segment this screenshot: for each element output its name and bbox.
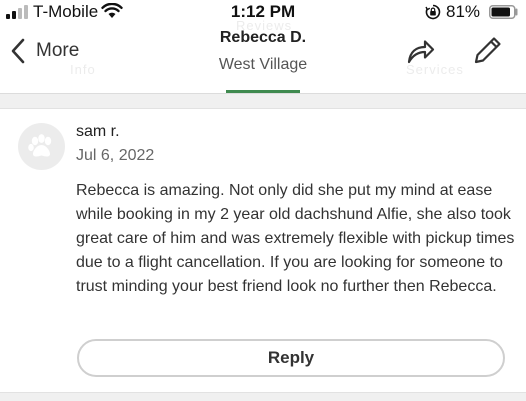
review-card: sam r. Jul 6, 2022 Rebecca is amazing. N… [0,109,526,392]
review-date: Jul 6, 2022 [76,147,155,164]
section-separator [0,94,526,109]
orientation-lock-icon [425,4,441,20]
page-title: Rebecca D. [219,29,307,46]
paw-icon [28,134,52,157]
avatar [18,123,65,170]
edit-pencil-icon[interactable] [470,34,504,68]
reply-button[interactable]: Reply [77,339,505,377]
reviewer-name: sam r. [76,123,120,140]
nav-header: Info Reviews Services More Rebecca D. We… [0,18,526,94]
share-icon[interactable] [404,36,436,68]
battery-percentage: 81% [446,2,481,21]
review-text: Rebecca is amazing. Not only did she put… [76,182,515,295]
battery-icon [489,5,518,19]
page-subtitle: West Village [218,56,308,73]
